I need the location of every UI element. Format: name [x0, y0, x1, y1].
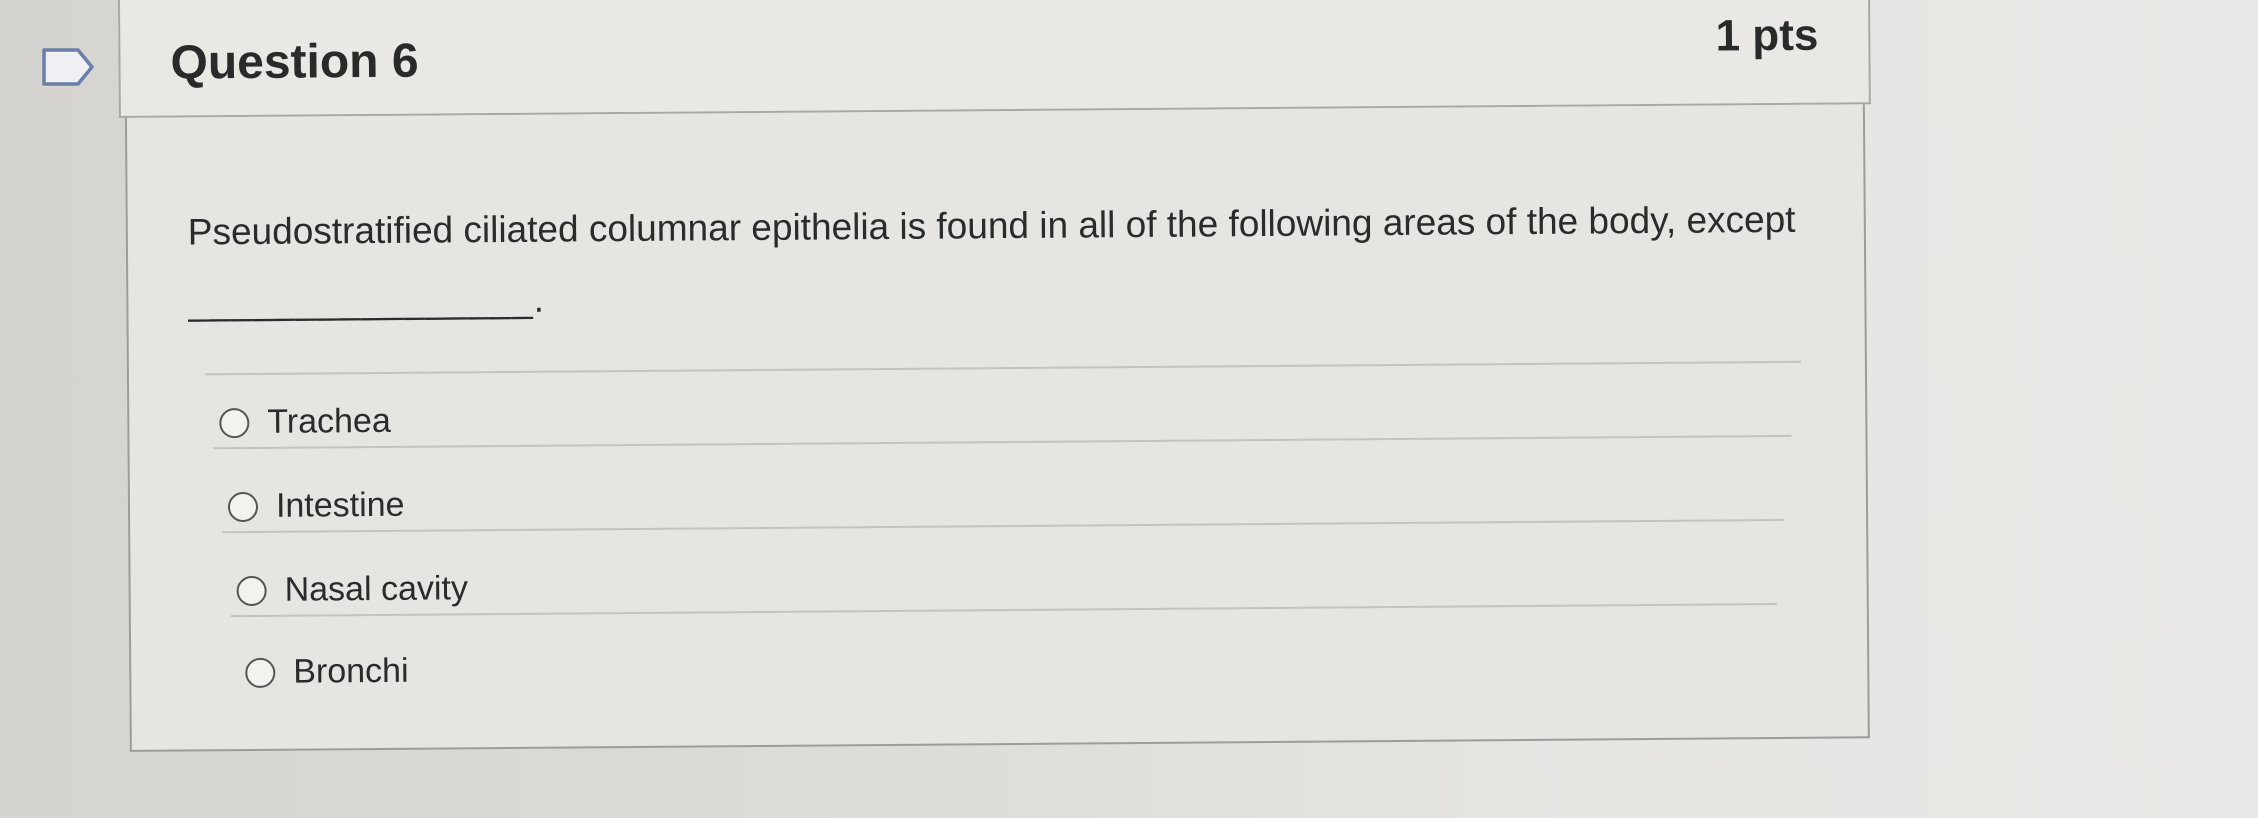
answer-option-trachea[interactable]: Trachea	[219, 402, 391, 442]
divider	[213, 434, 1792, 450]
question-prompt: Pseudostratified ciliated columnar epith…	[187, 198, 1796, 253]
divider	[204, 360, 1801, 376]
question-body: Pseudostratified ciliated columnar epith…	[124, 104, 1870, 752]
radio-button-icon[interactable]	[236, 575, 267, 606]
question-text: Pseudostratified ciliated columnar epith…	[188, 185, 1829, 338]
question-card: Question 6 1 pts Pseudostratified ciliat…	[118, 0, 1876, 752]
answer-label[interactable]: Trachea	[267, 402, 391, 442]
answer-label[interactable]: Bronchi	[293, 652, 409, 692]
answer-option-intestine[interactable]: Intestine	[227, 486, 405, 526]
radio-button-icon[interactable]	[219, 407, 250, 438]
answer-label[interactable]: Nasal cavity	[284, 569, 468, 609]
radio-button-icon[interactable]	[227, 491, 259, 522]
answer-blank: ________________.	[188, 278, 546, 323]
page-background: Question 6 1 pts Pseudostratified ciliat…	[0, 0, 2258, 818]
question-points: 1 pts	[1715, 10, 1819, 61]
question-title: Question 6	[170, 34, 419, 90]
divider	[222, 518, 1785, 534]
answer-option-nasal-cavity[interactable]: Nasal cavity	[236, 569, 468, 610]
bookmark-flag-icon[interactable]	[40, 46, 96, 88]
question-header: Question 6 1 pts	[118, 0, 1871, 118]
answer-option-bronchi[interactable]: Bronchi	[245, 652, 409, 692]
answer-label[interactable]: Intestine	[276, 486, 405, 526]
radio-button-icon[interactable]	[245, 657, 276, 688]
